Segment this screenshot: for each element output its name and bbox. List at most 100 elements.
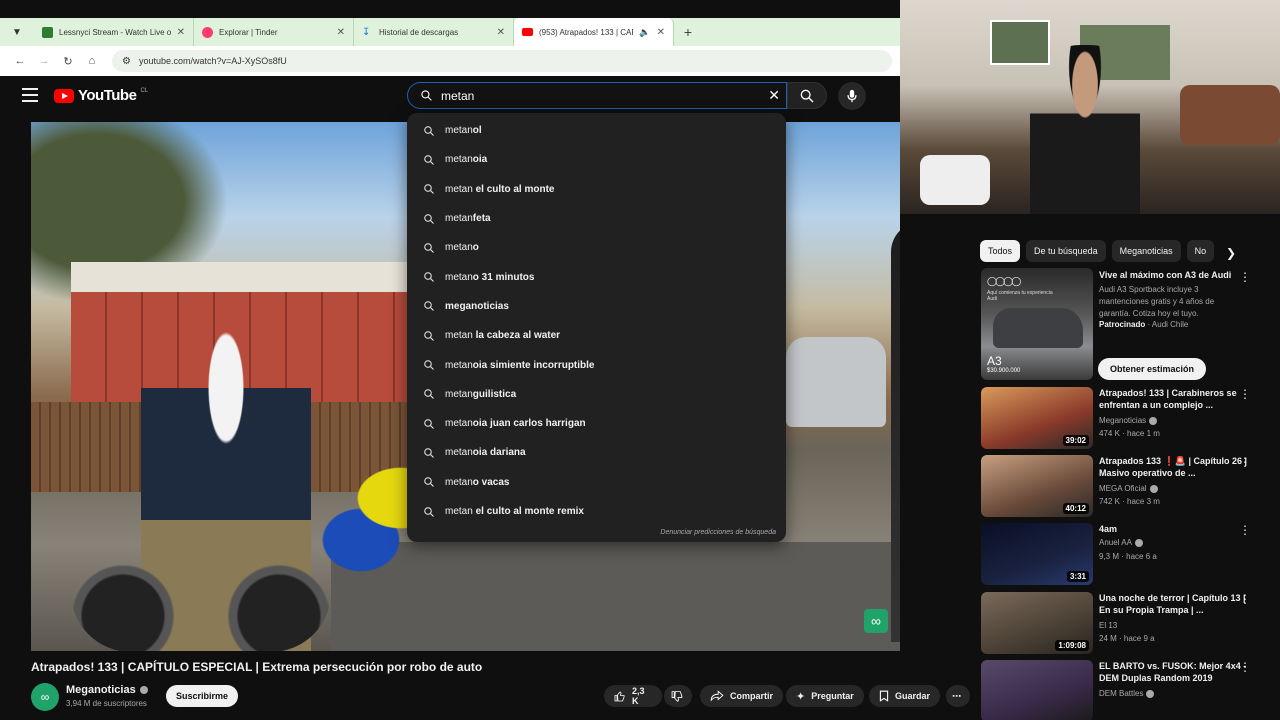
dislike-button[interactable] <box>664 685 692 707</box>
suggestion-completion: o <box>472 242 479 254</box>
browser-tab[interactable]: Explorar | Tinder ✕ <box>194 18 354 46</box>
ad-thumbnail[interactable]: ◯◯◯◯ Aquí comienza tu experiencia Audi A… <box>981 268 1093 380</box>
more-actions-button[interactable]: ⋯ <box>946 685 970 707</box>
close-icon[interactable]: ✕ <box>657 27 665 38</box>
search-input[interactable] <box>441 88 741 103</box>
suggestion-prefix: metan <box>445 506 473 517</box>
voice-search-button[interactable] <box>838 82 866 110</box>
more-options-icon[interactable]: ⋮ <box>1239 270 1251 284</box>
suggestion-prefix: metan <box>445 125 473 137</box>
suggestion-prefix: metan <box>445 418 473 430</box>
more-options-icon[interactable]: ⋮ <box>1239 523 1251 537</box>
suggestion-item[interactable]: metanfeta <box>407 204 786 233</box>
recommendation-item[interactable]: 40:12 Atrapados 133 ❗🚨 | Capítulo 26 | M… <box>981 455 1271 517</box>
suggestion-item[interactable]: metan el culto al monte <box>407 175 786 204</box>
forward-arrow-icon[interactable]: → <box>34 51 54 71</box>
suggestion-item[interactable]: metanguilistica <box>407 380 786 409</box>
recommendation-meta: 9,3 M · hace 6 a <box>1099 552 1157 561</box>
video-thumbnail[interactable]: 1:09:08 <box>981 592 1093 654</box>
recommendation-item[interactable]: EL BARTO vs. FUSOK: Mejor 4x4 - DEM Dupl… <box>981 660 1271 720</box>
chip-more[interactable]: No <box>1186 240 1215 262</box>
suggestion-item[interactable]: metano 31 minutos <box>407 262 786 291</box>
video-thumbnail[interactable] <box>981 660 1093 720</box>
browser-tab[interactable]: Lessnyci Stream - Watch Live o ✕ <box>34 18 194 46</box>
recommendation-item[interactable]: 3:31 4am Anuel AA 9,3 M · hace 6 a ⋮ <box>981 523 1271 585</box>
channel-avatar[interactable]: ∞ <box>31 683 59 711</box>
report-predictions-link[interactable]: Denunciar predicciones de búsqueda <box>660 529 776 536</box>
suggestion-item[interactable]: metan la cabeza al water <box>407 321 786 350</box>
more-options-icon[interactable]: ⋮ <box>1239 455 1251 469</box>
suggestion-item[interactable]: metano vacas <box>407 468 786 497</box>
new-tab-button[interactable]: + <box>674 18 702 46</box>
recommendation-title[interactable]: EL BARTO vs. FUSOK: Mejor 4x4 - DEM Dupl… <box>1099 660 1249 684</box>
view-count: 474 K <box>1099 429 1120 438</box>
home-icon[interactable]: ⌂ <box>82 51 102 71</box>
close-icon[interactable]: ✕ <box>177 27 185 38</box>
webcam-chair <box>920 155 990 205</box>
share-button[interactable]: Compartir <box>700 685 784 707</box>
chip-todos[interactable]: Todos <box>980 240 1021 262</box>
close-icon[interactable]: ✕ <box>337 27 345 38</box>
back-arrow-icon[interactable]: ← <box>10 51 30 71</box>
address-bar[interactable]: ⚙ youtube.com/watch?v=AJ-XySOs8fU <box>112 50 892 72</box>
recommendation-title[interactable]: 4am <box>1099 523 1249 535</box>
save-button[interactable]: Guardar <box>869 685 941 707</box>
channel-name[interactable]: Meganoticias <box>66 684 136 696</box>
chip-de-tu-busqueda[interactable]: De tu búsqueda <box>1026 240 1106 262</box>
suggestion-prefix: metan <box>445 359 473 371</box>
menu-icon[interactable] <box>22 88 38 102</box>
channel-name-block[interactable]: Meganoticias <box>66 684 148 696</box>
suggestion-completion: la cabeza al water <box>472 330 561 342</box>
ad-cta-button[interactable]: Obtener estimación <box>1098 358 1207 380</box>
more-options-icon[interactable]: ⋮ <box>1239 387 1251 401</box>
suggestion-item[interactable]: metanoia simiente incorruptible <box>407 350 786 379</box>
speaker-icon[interactable]: 🔈 <box>639 27 650 38</box>
video-thumbnail[interactable]: 39:02 <box>981 387 1093 449</box>
search-box[interactable]: ✕ <box>407 82 787 109</box>
ask-button[interactable]: ✦ Preguntar <box>786 685 864 707</box>
suggestion-item[interactable]: metanoia dariana <box>407 438 786 467</box>
like-button[interactable]: 2,3 K <box>604 685 662 707</box>
recommendation-title[interactable]: Una noche de terror | Capítulo 13 | En s… <box>1099 592 1249 616</box>
video-thumbnail[interactable]: 3:31 <box>981 523 1093 585</box>
site-info-icon[interactable]: ⚙ <box>122 56 131 67</box>
suggestion-item[interactable]: metan el culto al monte remix <box>407 497 786 526</box>
upload-age: hace 9 a <box>1123 634 1155 643</box>
channel-watermark-icon[interactable]: ∞ <box>864 609 888 633</box>
more-options-icon[interactable]: ⋮ <box>1239 660 1251 674</box>
chip-meganoticias[interactable]: Meganoticias <box>1111 240 1181 262</box>
suggestion-item[interactable]: metano <box>407 233 786 262</box>
close-icon[interactable]: ✕ <box>497 27 505 38</box>
more-options-icon[interactable]: ⋮ <box>1239 592 1251 606</box>
sponsored-ad[interactable]: ◯◯◯◯ Aquí comienza tu experiencia Audi A… <box>981 268 1271 380</box>
recommendation-item[interactable]: 39:02 Atrapados! 133 | Carabineros se en… <box>981 387 1271 449</box>
search-button[interactable] <box>787 82 827 109</box>
suggestion-completion: o 31 minutos <box>472 271 535 283</box>
reload-icon[interactable]: ↻ <box>58 51 78 71</box>
ad-thumb-model: A3 <box>987 354 1002 368</box>
suggestion-item[interactable]: metanoia juan carlos harrigan <box>407 409 786 438</box>
upload-age: hace 6 a <box>1126 552 1157 561</box>
suggestion-item[interactable]: metanoia <box>407 145 786 174</box>
youtube-logo[interactable]: YouTube CL <box>54 87 148 104</box>
tab-list-button[interactable]: ▼ <box>0 18 34 46</box>
suggestion-completion: ol <box>472 125 482 137</box>
subscribe-button[interactable]: Suscribirme <box>166 685 239 707</box>
chevron-right-icon[interactable]: ❯ <box>1226 246 1236 260</box>
suggestion-text: metanoia dariana <box>445 447 526 458</box>
clear-search-icon[interactable]: ✕ <box>768 87 780 104</box>
audi-logo-icon: ◯◯◯◯ <box>987 276 1021 286</box>
recommendation-item[interactable]: 1:09:08 Una noche de terror | Capítulo 1… <box>981 592 1271 654</box>
video-thumbnail[interactable]: 40:12 <box>981 455 1093 517</box>
tab-title: (953) Atrapados! 133 | CAP <box>539 27 634 37</box>
ad-title[interactable]: Vive al máximo con A3 de Audi <box>1099 270 1249 280</box>
browser-tab[interactable]: ↧ Historial de descargas ✕ <box>354 18 514 46</box>
save-label: Guardar <box>895 691 931 701</box>
recommendation-title[interactable]: Atrapados! 133 | Carabineros se enfrenta… <box>1099 387 1249 411</box>
recommendation-title[interactable]: Atrapados 133 ❗🚨 | Capítulo 26 | Masivo … <box>1099 455 1249 479</box>
verified-icon <box>1149 484 1158 493</box>
download-icon: ↧ <box>362 26 371 38</box>
browser-tab-active[interactable]: (953) Atrapados! 133 | CAP 🔈 ✕ <box>514 18 674 46</box>
suggestion-item[interactable]: meganoticias <box>407 292 786 321</box>
suggestion-item[interactable]: metanol <box>407 116 786 145</box>
